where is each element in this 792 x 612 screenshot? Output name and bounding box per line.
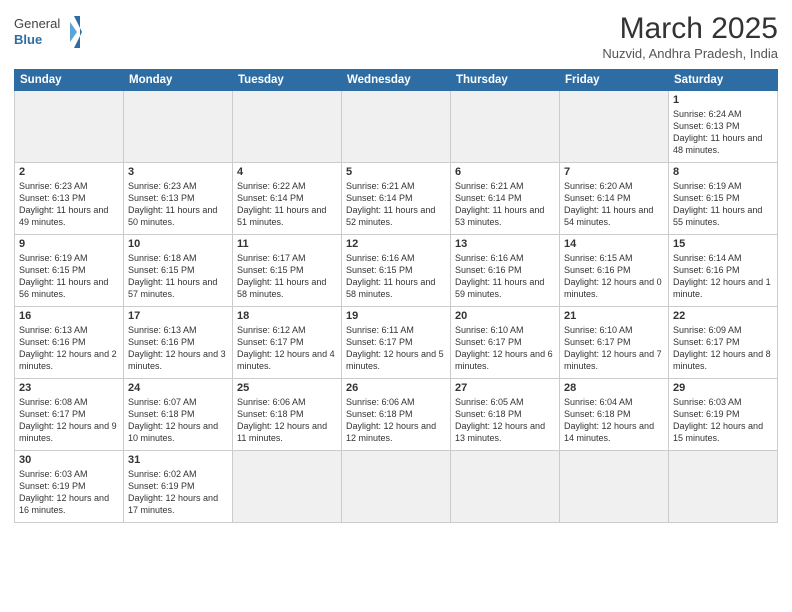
- day-2: 2 Sunrise: 6:23 AMSunset: 6:13 PMDayligh…: [15, 163, 124, 235]
- day-16: 16 Sunrise: 6:13 AMSunset: 6:16 PMDaylig…: [15, 307, 124, 379]
- col-friday: Friday: [560, 70, 669, 91]
- day-29: 29 Sunrise: 6:03 AMSunset: 6:19 PMDaylig…: [669, 379, 778, 451]
- daylight-label: Daylight:: [673, 133, 711, 143]
- day-4: 4 Sunrise: 6:22 AMSunset: 6:14 PMDayligh…: [233, 163, 342, 235]
- day-1: 1 Sunrise: 6:24 AM Sunset: 6:13 PM Dayli…: [669, 91, 778, 163]
- empty-cell: [342, 451, 451, 523]
- location: Nuzvid, Andhra Pradesh, India: [602, 46, 778, 61]
- day-28: 28 Sunrise: 6:04 AMSunset: 6:18 PMDaylig…: [560, 379, 669, 451]
- day-20: 20 Sunrise: 6:10 AMSunset: 6:17 PMDaylig…: [451, 307, 560, 379]
- day-22: 22 Sunrise: 6:09 AMSunset: 6:17 PMDaylig…: [669, 307, 778, 379]
- day-21: 21 Sunrise: 6:10 AMSunset: 6:17 PMDaylig…: [560, 307, 669, 379]
- day-14: 14 Sunrise: 6:15 AMSunset: 6:16 PMDaylig…: [560, 235, 669, 307]
- empty-cell: [560, 91, 669, 163]
- empty-cell: [233, 91, 342, 163]
- day-8: 8 Sunrise: 6:19 AMSunset: 6:15 PMDayligh…: [669, 163, 778, 235]
- empty-cell: [342, 91, 451, 163]
- empty-cell: [233, 451, 342, 523]
- day-24: 24 Sunrise: 6:07 AMSunset: 6:18 PMDaylig…: [124, 379, 233, 451]
- day-26: 26 Sunrise: 6:06 AMSunset: 6:18 PMDaylig…: [342, 379, 451, 451]
- page: General Blue March 2025 Nuzvid, Andhra P…: [0, 0, 792, 612]
- day-25: 25 Sunrise: 6:06 AMSunset: 6:18 PMDaylig…: [233, 379, 342, 451]
- sunrise-val: 6:24 AM: [709, 109, 742, 119]
- day-5: 5 Sunrise: 6:21 AMSunset: 6:14 PMDayligh…: [342, 163, 451, 235]
- table-row: 23 Sunrise: 6:08 AMSunset: 6:17 PMDaylig…: [15, 379, 778, 451]
- calendar: Sunday Monday Tuesday Wednesday Thursday…: [14, 69, 778, 523]
- logo: General Blue: [14, 12, 84, 52]
- day-19: 19 Sunrise: 6:11 AMSunset: 6:17 PMDaylig…: [342, 307, 451, 379]
- month-title: March 2025: [602, 12, 778, 46]
- day-10: 10 Sunrise: 6:18 AMSunset: 6:15 PMDaylig…: [124, 235, 233, 307]
- day-31: 31 Sunrise: 6:02 AMSunset: 6:19 PMDaylig…: [124, 451, 233, 523]
- day-9: 9 Sunrise: 6:19 AMSunset: 6:15 PMDayligh…: [15, 235, 124, 307]
- table-row: 2 Sunrise: 6:23 AMSunset: 6:13 PMDayligh…: [15, 163, 778, 235]
- svg-text:Blue: Blue: [14, 32, 42, 47]
- title-block: March 2025 Nuzvid, Andhra Pradesh, India: [602, 12, 778, 61]
- empty-cell: [669, 451, 778, 523]
- table-row: 30 Sunrise: 6:03 AMSunset: 6:19 PMDaylig…: [15, 451, 778, 523]
- sunset-label: Sunset:: [673, 121, 706, 131]
- sunrise-label: Sunrise:: [673, 109, 709, 119]
- table-row: 16 Sunrise: 6:13 AMSunset: 6:16 PMDaylig…: [15, 307, 778, 379]
- header: General Blue March 2025 Nuzvid, Andhra P…: [14, 12, 778, 61]
- day-11: 11 Sunrise: 6:17 AMSunset: 6:15 PMDaylig…: [233, 235, 342, 307]
- empty-cell: [124, 91, 233, 163]
- day-27: 27 Sunrise: 6:05 AMSunset: 6:18 PMDaylig…: [451, 379, 560, 451]
- day-30: 30 Sunrise: 6:03 AMSunset: 6:19 PMDaylig…: [15, 451, 124, 523]
- sunset-val: 6:13 PM: [706, 121, 740, 131]
- day-17: 17 Sunrise: 6:13 AMSunset: 6:16 PMDaylig…: [124, 307, 233, 379]
- col-saturday: Saturday: [669, 70, 778, 91]
- col-monday: Monday: [124, 70, 233, 91]
- svg-text:General: General: [14, 16, 60, 31]
- day-6: 6 Sunrise: 6:21 AMSunset: 6:14 PMDayligh…: [451, 163, 560, 235]
- col-wednesday: Wednesday: [342, 70, 451, 91]
- col-thursday: Thursday: [451, 70, 560, 91]
- day-13: 13 Sunrise: 6:16 AMSunset: 6:16 PMDaylig…: [451, 235, 560, 307]
- day-15: 15 Sunrise: 6:14 AMSunset: 6:16 PMDaylig…: [669, 235, 778, 307]
- table-row: 1 Sunrise: 6:24 AM Sunset: 6:13 PM Dayli…: [15, 91, 778, 163]
- col-sunday: Sunday: [15, 70, 124, 91]
- day-18: 18 Sunrise: 6:12 AMSunset: 6:17 PMDaylig…: [233, 307, 342, 379]
- empty-cell: [451, 91, 560, 163]
- col-tuesday: Tuesday: [233, 70, 342, 91]
- empty-cell: [451, 451, 560, 523]
- day-12: 12 Sunrise: 6:16 AMSunset: 6:15 PMDaylig…: [342, 235, 451, 307]
- generalblue-logo: General Blue: [14, 12, 84, 52]
- empty-cell: [15, 91, 124, 163]
- empty-cell: [560, 451, 669, 523]
- day-23: 23 Sunrise: 6:08 AMSunset: 6:17 PMDaylig…: [15, 379, 124, 451]
- day-3: 3 Sunrise: 6:23 AMSunset: 6:13 PMDayligh…: [124, 163, 233, 235]
- day-7: 7 Sunrise: 6:20 AMSunset: 6:14 PMDayligh…: [560, 163, 669, 235]
- table-row: 9 Sunrise: 6:19 AMSunset: 6:15 PMDayligh…: [15, 235, 778, 307]
